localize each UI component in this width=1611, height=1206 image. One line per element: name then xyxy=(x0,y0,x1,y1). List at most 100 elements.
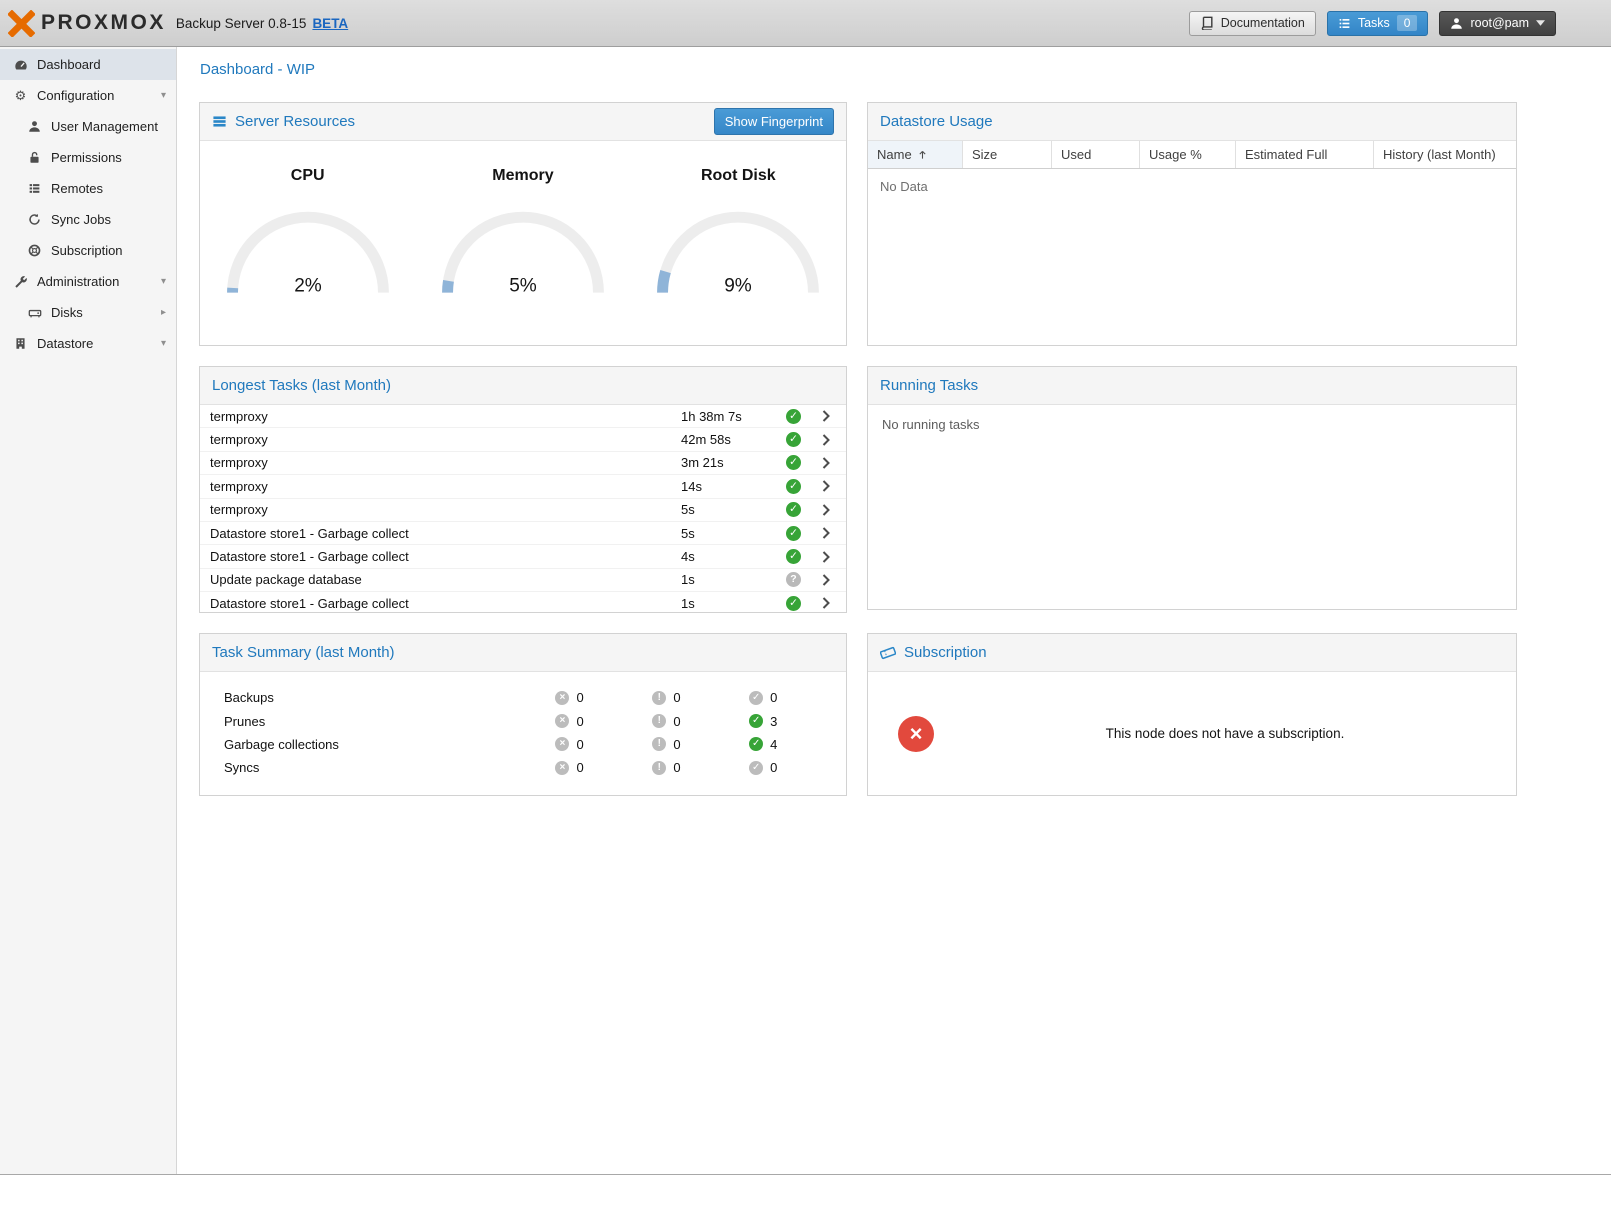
summary-label: Syncs xyxy=(224,760,555,775)
hard-disk-icon xyxy=(27,306,42,320)
datastore-usage-header: Datastore Usage xyxy=(868,103,1516,141)
sidebar-item-label: Permissions xyxy=(51,150,122,165)
tasks-count-badge: 0 xyxy=(1397,15,1418,31)
task-name: Datastore store1 - Garbage collect xyxy=(210,549,681,564)
caret-down-icon[interactable]: ▾ xyxy=(161,276,166,287)
column-header-estimated-full[interactable]: Estimated Full xyxy=(1236,141,1374,168)
caret-down-icon[interactable]: ▾ xyxy=(161,338,166,349)
beta-link[interactable]: BETA xyxy=(312,16,348,31)
task-row[interactable]: termproxy42m 58s✓ xyxy=(200,428,846,451)
ok-status-icon: ✓ xyxy=(786,409,801,424)
column-header-usage[interactable]: Usage % xyxy=(1140,141,1236,168)
sidebar-item-user-management[interactable]: User Management xyxy=(0,111,176,142)
chevron-right-icon[interactable] xyxy=(819,410,833,422)
panel-title: Subscription xyxy=(904,644,987,661)
chevron-right-icon[interactable] xyxy=(819,434,833,446)
server-resources-header: Server Resources Show Fingerprint xyxy=(200,103,846,141)
cpu-gauge: CPU 2% xyxy=(210,167,406,302)
gauge-arc: 9% xyxy=(645,199,831,299)
sidebar-item-label: Dashboard xyxy=(37,57,101,72)
column-label: Usage % xyxy=(1149,147,1202,162)
chevron-right-icon[interactable] xyxy=(819,551,833,563)
chevron-right-icon[interactable] xyxy=(819,597,833,609)
user-icon xyxy=(27,120,42,133)
sort-asc-icon xyxy=(918,150,927,160)
caret-down-icon[interactable]: ▾ xyxy=(161,90,166,101)
datastore-usage-panel: Datastore Usage Name Size Used xyxy=(867,102,1517,346)
task-row[interactable]: termproxy14s✓ xyxy=(200,475,846,498)
ticket-icon xyxy=(880,645,896,661)
column-header-name[interactable]: Name xyxy=(868,141,963,168)
column-header-used[interactable]: Used xyxy=(1052,141,1140,168)
summary-count: 0 xyxy=(576,760,583,775)
task-duration: 5s xyxy=(681,502,786,517)
sidebar-item-subscription[interactable]: Subscription xyxy=(0,235,176,266)
documentation-label: Documentation xyxy=(1221,16,1305,30)
user-icon xyxy=(1450,17,1463,30)
column-header-history[interactable]: History (last Month) xyxy=(1374,141,1516,168)
column-label: Used xyxy=(1061,147,1091,162)
sidebar-item-disks[interactable]: Disks ▸ xyxy=(0,297,176,328)
task-row[interactable]: Update package database1s? xyxy=(200,569,846,592)
summary-count: 0 xyxy=(673,760,680,775)
ok-status-icon: ✓ xyxy=(786,432,801,447)
support-ring-icon xyxy=(27,244,42,257)
book-icon xyxy=(1200,16,1214,30)
sidebar-item-remotes[interactable]: Remotes xyxy=(0,173,176,204)
summary-stat: ×0 xyxy=(555,714,652,729)
task-row[interactable]: termproxy1h 38m 7s✓ xyxy=(200,405,846,428)
sidebar-item-dashboard[interactable]: Dashboard xyxy=(0,49,176,80)
warning-status-icon: ! xyxy=(652,737,666,751)
sidebar-item-datastore[interactable]: Datastore ▾ xyxy=(0,328,176,359)
summary-stat: !0 xyxy=(652,714,749,729)
summary-count: 0 xyxy=(576,690,583,705)
sidebar-item-sync-jobs[interactable]: Sync Jobs xyxy=(0,204,176,235)
summary-stat: !0 xyxy=(652,690,749,705)
gauge-label: CPU xyxy=(210,167,406,185)
gauge-label: Root Disk xyxy=(640,167,836,185)
task-row[interactable]: termproxy5s✓ xyxy=(200,499,846,522)
ok-status-icon: ✓ xyxy=(786,596,801,611)
summary-stat: !0 xyxy=(652,737,749,752)
task-row[interactable]: Datastore store1 - Garbage collect4s✓ xyxy=(200,545,846,568)
top-header: PROXMOX Backup Server 0.8-15 BETA Docume… xyxy=(0,0,1611,47)
column-header-size[interactable]: Size xyxy=(963,141,1052,168)
task-summary-panel: Task Summary (last Month) Backups×0!0✓0P… xyxy=(199,633,847,796)
task-duration: 4s xyxy=(681,549,786,564)
task-row[interactable]: Datastore store1 - Garbage collect5s✓ xyxy=(200,522,846,545)
summary-count: 0 xyxy=(673,690,680,705)
sidebar-item-administration[interactable]: Administration ▾ xyxy=(0,266,176,297)
chevron-right-icon[interactable] xyxy=(819,457,833,469)
page-titlebar: Dashboard - WIP xyxy=(177,47,1611,88)
gauge-arc: 5% xyxy=(430,199,616,299)
task-duration: 42m 58s xyxy=(681,432,786,447)
summary-count: 0 xyxy=(770,690,777,705)
task-name: termproxy xyxy=(210,432,681,447)
sidebar-item-permissions[interactable]: Permissions xyxy=(0,142,176,173)
task-name: Datastore store1 - Garbage collect xyxy=(210,526,681,541)
sidebar-item-label: Sync Jobs xyxy=(51,212,111,227)
task-duration: 5s xyxy=(681,526,786,541)
task-row[interactable]: Datastore store1 - Garbage collect1s✓ xyxy=(200,592,846,612)
dashboard-gauge-icon xyxy=(13,58,28,72)
column-label: Size xyxy=(972,147,997,162)
tasks-button[interactable]: Tasks 0 xyxy=(1327,11,1429,36)
show-fingerprint-button[interactable]: Show Fingerprint xyxy=(714,108,834,135)
documentation-button[interactable]: Documentation xyxy=(1189,11,1316,36)
sidebar-item-label: Remotes xyxy=(51,181,103,196)
chevron-right-icon[interactable] xyxy=(819,527,833,539)
sidebar-item-configuration[interactable]: ⚙ Configuration ▾ xyxy=(0,80,176,111)
user-menu-button[interactable]: root@pam xyxy=(1439,11,1556,36)
caret-right-icon[interactable]: ▸ xyxy=(161,307,166,318)
server-resources-body: CPU 2% Memory 5 xyxy=(200,141,846,345)
task-row[interactable]: termproxy3m 21s✓ xyxy=(200,452,846,475)
memory-gauge: Memory 5% xyxy=(425,167,621,302)
summary-row: Garbage collections×0!0✓4 xyxy=(200,733,846,756)
summary-count: 0 xyxy=(673,714,680,729)
longest-tasks-list[interactable]: termproxy1h 38m 7s✓termproxy42m 58s✓term… xyxy=(200,405,846,612)
sidebar-nav: Dashboard ⚙ Configuration ▾ User Managem… xyxy=(0,47,177,1174)
chevron-right-icon[interactable] xyxy=(819,574,833,586)
gauge-value: 5% xyxy=(509,276,537,297)
chevron-right-icon[interactable] xyxy=(819,504,833,516)
chevron-right-icon[interactable] xyxy=(819,480,833,492)
